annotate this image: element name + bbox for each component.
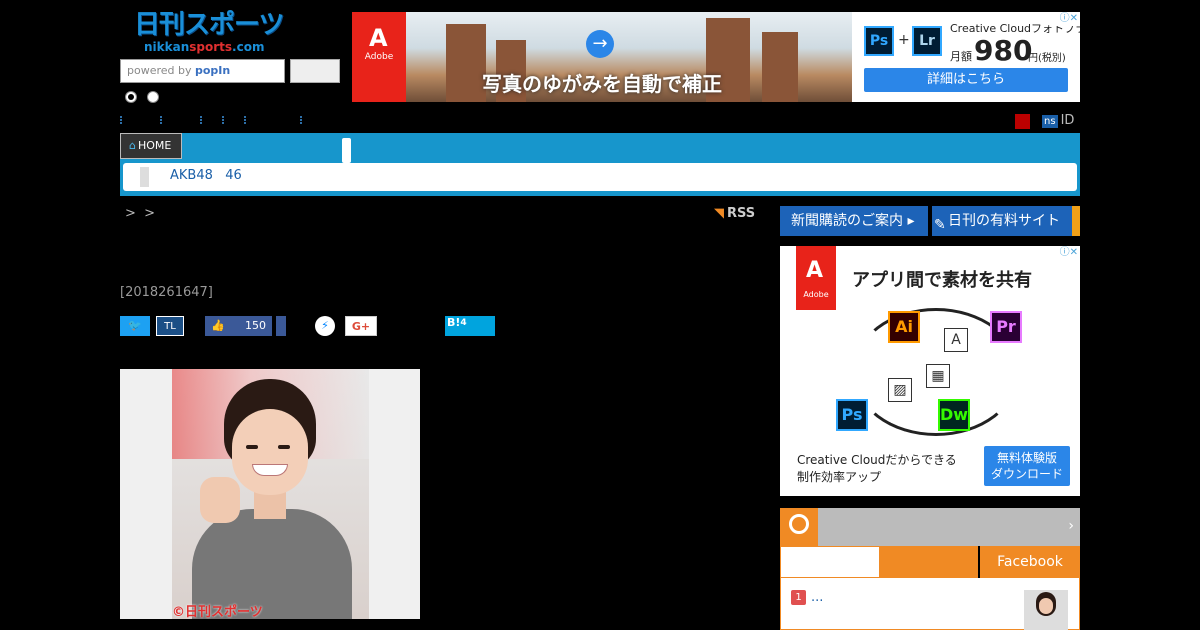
- logo-japanese: 日刊スポーツ: [134, 10, 284, 40]
- mini-nav-link[interactable]: [300, 116, 306, 124]
- mini-nav-link[interactable]: [120, 116, 126, 124]
- adchoices-icon[interactable]: ⓘ✕: [1052, 246, 1080, 260]
- main-nav-bar: ⌂ HOME AKB48 46: [120, 133, 1080, 196]
- dreamweaver-icon: Dw: [938, 399, 970, 431]
- medal-icon: [780, 508, 818, 546]
- facebook-like-button[interactable]: 👍 150: [205, 316, 272, 336]
- search-button[interactable]: [290, 59, 340, 83]
- ranking-tabs: Facebook: [780, 546, 1080, 578]
- ad-price-unit: 円(税別): [1028, 53, 1066, 64]
- photoshop-icon: Ps: [836, 399, 868, 431]
- ad-price: 980: [974, 34, 1033, 67]
- chevron-right-icon: ›: [1068, 518, 1074, 534]
- plus-sign: +: [898, 32, 910, 48]
- rss-icon: ◥: [714, 206, 724, 221]
- ranking-tab-2[interactable]: [880, 546, 978, 578]
- top-banner-ad[interactable]: A Adobe → 写真のゆがみを自動で補正 Ps + Lr Creative C…: [352, 12, 1080, 102]
- mini-nav-link[interactable]: [244, 116, 250, 124]
- timeline-button[interactable]: TL: [156, 316, 184, 336]
- rank-item-link[interactable]: ...: [811, 590, 823, 605]
- site-logo[interactable]: 日刊スポーツ nikkansports.com: [134, 10, 286, 56]
- mini-nav-link[interactable]: [160, 116, 166, 124]
- image-asset-icon: ▨: [888, 378, 912, 402]
- home-icon: ⌂: [129, 139, 136, 152]
- grid-asset-icon: ▦: [926, 364, 950, 388]
- ranking-tab-facebook[interactable]: Facebook: [980, 546, 1080, 578]
- mini-nav-link[interactable]: [222, 116, 228, 124]
- ranking-tab-1[interactable]: [780, 546, 880, 578]
- facebook-like-count: 150: [245, 319, 266, 332]
- sub-nav: AKB48 46: [123, 163, 1077, 191]
- article-photo[interactable]: ©日刊スポーツ: [120, 369, 420, 619]
- red-square-icon[interactable]: [1015, 114, 1030, 129]
- subscription-button[interactable]: 新聞購読のご案内 ▸: [780, 206, 928, 236]
- photo-subject: [172, 369, 369, 619]
- breadcrumb[interactable]: > >: [125, 206, 155, 221]
- search-input[interactable]: powered by popIn: [120, 59, 285, 83]
- sidebar-ad-text: Creative Cloudだからできる 制作効率アップ: [797, 453, 957, 484]
- facebook-share-button[interactable]: [276, 316, 286, 336]
- sub-nav-label[interactable]: AKB48 46: [170, 168, 242, 183]
- logo-english: nikkansports.com: [144, 40, 265, 54]
- hatena-bookmark-button[interactable]: B!4: [445, 316, 495, 336]
- article-timestamp: [2018261647]: [120, 285, 213, 300]
- rank-thumbnail[interactable]: [1024, 590, 1068, 630]
- hatena-count: 4: [460, 318, 467, 328]
- mini-nav-link[interactable]: [200, 116, 206, 124]
- text-asset-icon: A: [944, 328, 968, 352]
- sidebar-ad[interactable]: A Adobe アプリ間で素材を共有 Ai Pr Ps Dw A ▨ ▦ Crea…: [780, 246, 1080, 496]
- rss-link[interactable]: ◥ RSS: [714, 206, 755, 221]
- premiere-icon: Pr: [990, 311, 1022, 343]
- ad-cta-button[interactable]: 詳細はこちら: [864, 68, 1068, 92]
- tab-home[interactable]: ⌂ HOME: [120, 133, 182, 159]
- ad-headline: 写真のゆがみを自動で補正: [482, 72, 722, 96]
- ranking-list: 1 ...: [780, 578, 1080, 630]
- nikkan-id-link[interactable]: ns ID: [1042, 113, 1074, 128]
- messenger-icon[interactable]: ⚡: [315, 316, 335, 336]
- sidebar-ad-cta[interactable]: 無料体験版 ダウンロード: [984, 446, 1070, 486]
- thumbs-up-icon: 👍: [211, 319, 225, 332]
- adobe-logo: A Adobe: [352, 12, 406, 102]
- popin-logo: popIn: [195, 64, 231, 77]
- search-scope-radio-1[interactable]: [125, 91, 137, 103]
- adchoices-icon[interactable]: ⓘ✕: [1052, 12, 1080, 26]
- illustrator-icon: Ai: [888, 311, 920, 343]
- ns-icon: ns: [1042, 115, 1058, 128]
- twitter-share-button[interactable]: 🐦: [120, 316, 150, 336]
- lightroom-icon: Lr: [912, 26, 942, 56]
- photoshop-icon: Ps: [864, 26, 894, 56]
- pen-icon: ✎: [934, 217, 946, 233]
- photo-credit: ©日刊スポーツ: [172, 605, 263, 619]
- google-plus-button[interactable]: G+: [345, 316, 377, 336]
- ad-price-label: 月額: [950, 50, 972, 63]
- search-scope-radio-2[interactable]: [147, 91, 159, 103]
- adobe-logo: A Adobe: [796, 246, 836, 310]
- paid-site-button[interactable]: ✎ 日刊の有料サイト: [932, 206, 1080, 236]
- sub-nav-grip: [140, 167, 149, 187]
- nav-active-marker: [342, 138, 351, 163]
- arrow-right-icon: →: [586, 30, 614, 58]
- ranking-header[interactable]: ›: [780, 508, 1080, 546]
- sidebar-ad-title: アプリ間で素材を共有: [852, 270, 1032, 291]
- rank-number: 1: [791, 590, 806, 605]
